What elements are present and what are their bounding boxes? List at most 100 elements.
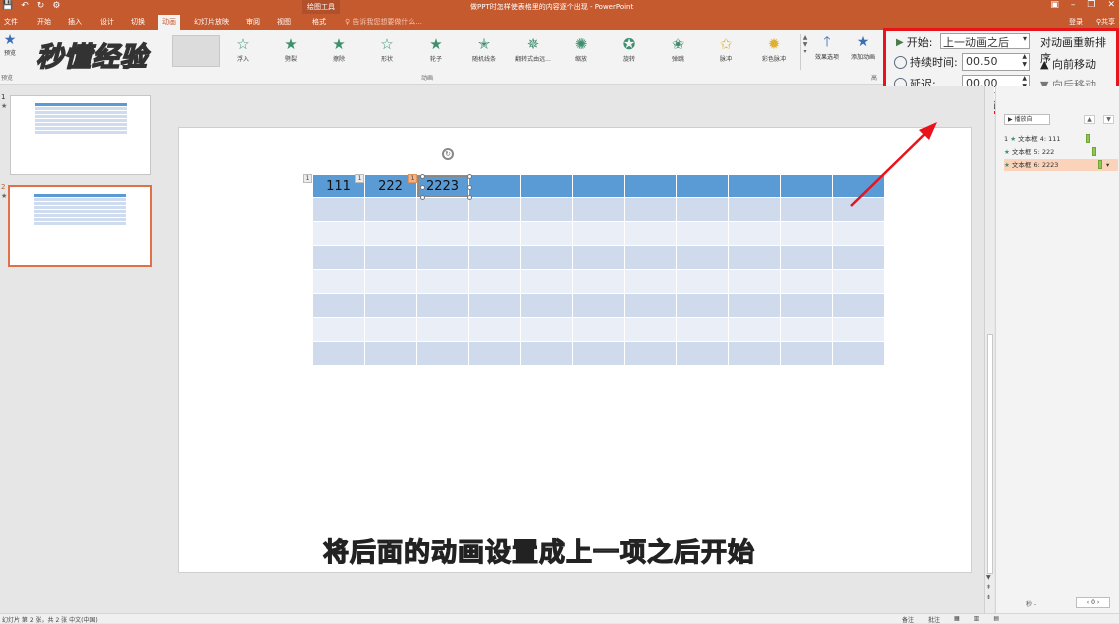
undo-icon[interactable]: ↶ <box>21 1 29 11</box>
chevron-down-icon: ▾ <box>1022 34 1027 43</box>
animation-zoom[interactable]: ✺ 缩放 <box>558 34 604 63</box>
table-cell[interactable] <box>624 174 677 198</box>
resize-handle[interactable] <box>420 195 425 200</box>
table-cell[interactable] <box>468 174 521 198</box>
timeline-bar <box>1098 160 1102 169</box>
animation-shape[interactable]: ☆ 形状 <box>364 34 410 63</box>
animation-list-item[interactable]: 1 ★ 文本框 4: 111 <box>1004 133 1118 145</box>
clock-icon <box>894 55 907 69</box>
table-row <box>312 341 885 366</box>
gallery-more-icon[interactable]: ▾ <box>801 48 809 55</box>
animation-color-pulse[interactable]: ✹ 彩色脉冲 <box>751 34 797 63</box>
tab-format[interactable]: 格式 <box>312 17 326 27</box>
animation-grow-turn[interactable]: ✵ 翻转式由远... <box>510 34 556 63</box>
zoom-star-icon: ✺ <box>574 35 588 53</box>
next-slide-icon[interactable]: ⇟ <box>986 594 991 601</box>
animation-none-selected[interactable] <box>172 35 220 67</box>
slide-thumbnail-2[interactable] <box>8 185 152 267</box>
preview-group-label: 预览 <box>1 75 14 82</box>
animation-list-item[interactable]: ★ 文本框 5: 222 <box>1004 146 1118 158</box>
resize-handle[interactable] <box>467 174 472 179</box>
tab-transitions[interactable]: 切换 <box>131 17 145 27</box>
table-row <box>312 269 885 294</box>
watermark-logo: 秒懂经验 <box>35 41 148 74</box>
duration-input[interactable]: 00.50 ▲ ▼ <box>962 53 1030 71</box>
tab-file[interactable]: 文件 <box>4 17 18 27</box>
resize-handle[interactable] <box>420 174 425 179</box>
title-bar: 💾 ↶ ↻ ⚙ 绘图工具 做PPT时怎样使表格里的内容逐个出现 - PowerP… <box>0 0 1119 14</box>
tab-design[interactable]: 设计 <box>100 17 114 27</box>
slide-table[interactable]: 111 222 2223 <box>312 174 885 366</box>
tab-review[interactable]: 审阅 <box>246 17 260 27</box>
prev-slide-icon[interactable]: ⇞ <box>986 584 991 591</box>
table-cell[interactable] <box>676 174 729 198</box>
slide-thumbnails-pane: 1 ★ 2 ★ <box>0 86 164 613</box>
table-cell[interactable] <box>780 174 833 198</box>
animation-pulse[interactable]: ✩ 脉冲 <box>703 34 749 63</box>
gallery-down-icon[interactable]: ▼ <box>801 41 809 48</box>
shape-star-icon: ☆ <box>380 35 394 53</box>
tab-home[interactable]: 开始 <box>37 17 51 27</box>
animation-split[interactable]: ★ 劈裂 <box>268 34 314 63</box>
add-star-icon: ★ <box>856 34 870 50</box>
color-pulse-star-icon: ✹ <box>767 35 781 53</box>
move-down-icon[interactable]: ▼ <box>1103 115 1114 124</box>
animation-random-bars[interactable]: ✭ 随机线条 <box>461 34 507 63</box>
minimize-icon[interactable]: – <box>1071 0 1076 10</box>
animation-wipe[interactable]: ★ 擦除 <box>316 34 362 63</box>
resize-handle[interactable] <box>467 185 472 190</box>
preview-button[interactable]: ★ 预览 <box>1 32 19 57</box>
up-arrow-icon: 🡑 <box>823 34 831 50</box>
save-icon[interactable]: 💾 <box>2 1 13 11</box>
drawing-tools-label: 绘图工具 <box>302 0 340 14</box>
tell-me-search[interactable]: ♀ 告诉我您想要做什么... <box>345 17 422 27</box>
move-up-icon[interactable]: ▲ <box>1084 115 1095 124</box>
animation-bounce[interactable]: ✬ 弹跳 <box>655 34 701 63</box>
table-cell[interactable] <box>520 174 573 198</box>
slide-number: 2 <box>1 183 6 191</box>
effect-options-button[interactable]: 🡑 效果选项 <box>810 32 844 61</box>
tab-view[interactable]: 视图 <box>277 17 291 27</box>
item-dropdown-icon[interactable]: ▾ <box>1106 159 1109 171</box>
resize-handle[interactable] <box>420 185 425 190</box>
animation-list-item-selected[interactable]: ★ 文本框 6: 2223 ▾ <box>1004 159 1118 171</box>
vertical-scrollbar[interactable]: ▼ ⇞ ⇟ <box>984 86 994 613</box>
table-row <box>312 197 885 222</box>
table-cell[interactable] <box>572 174 625 198</box>
ribbon-display-icon[interactable]: ▣ <box>1050 0 1059 10</box>
scrollbar-thumb[interactable] <box>987 334 993 574</box>
slide-thumbnail-1[interactable] <box>10 95 151 175</box>
add-animation-button[interactable]: ★ 添加动画 <box>846 32 880 61</box>
timeline-zoom[interactable]: ‹ 0 › <box>1076 597 1110 608</box>
bounce-star-icon: ✬ <box>671 35 685 53</box>
table-cell[interactable] <box>728 174 781 198</box>
gallery-scroll[interactable]: ▲ ▼ ▾ <box>800 34 809 70</box>
redo-icon[interactable]: ↻ <box>37 1 45 11</box>
table-row <box>312 245 885 270</box>
window-controls: ▣ – ❐ ✕ <box>1050 0 1115 10</box>
animation-swivel[interactable]: ✪ 旋转 <box>606 34 652 63</box>
restore-icon[interactable]: ❐ <box>1087 0 1095 10</box>
close-icon[interactable]: ✕ <box>1107 0 1115 10</box>
tab-slideshow[interactable]: 幻灯片放映 <box>194 17 229 27</box>
spinner-arrows-icon[interactable]: ▲▼ <box>1022 53 1027 69</box>
scroll-down-icon[interactable]: ▼ <box>986 574 991 581</box>
wheel-star-icon: ★ <box>429 35 443 53</box>
animation-order-tag[interactable]: 1 <box>355 174 364 183</box>
sign-in-link[interactable]: 登录 <box>1069 17 1083 27</box>
share-button[interactable]: ⚲共享 <box>1096 17 1115 27</box>
status-bar: 幻灯片 第 2 张，共 2 张 中文(中国) 备注 批注 ▦ ▥ ▤ <box>0 613 1119 624</box>
tab-insert[interactable]: 插入 <box>68 17 82 27</box>
animation-float-in[interactable]: ☆ 浮入 <box>220 34 266 63</box>
animation-wheel[interactable]: ★ 轮子 <box>413 34 459 63</box>
play-from-button[interactable]: ▶ 播放自 <box>1004 114 1050 125</box>
tab-animations[interactable]: 动画 <box>158 15 180 30</box>
resize-handle[interactable] <box>467 195 472 200</box>
move-earlier-button[interactable]: ▲ 向前移动 <box>1040 56 1096 72</box>
customize-icon[interactable]: ⚙ <box>52 1 60 11</box>
start-select[interactable]: 上一动画之后 ▾ <box>940 33 1030 49</box>
animation-order-tag[interactable]: 1 <box>303 174 312 183</box>
animation-order-tag-selected[interactable]: 1 <box>408 174 417 183</box>
gallery-up-icon[interactable]: ▲ <box>801 34 809 41</box>
rotate-handle-icon[interactable]: ↻ <box>442 148 454 160</box>
